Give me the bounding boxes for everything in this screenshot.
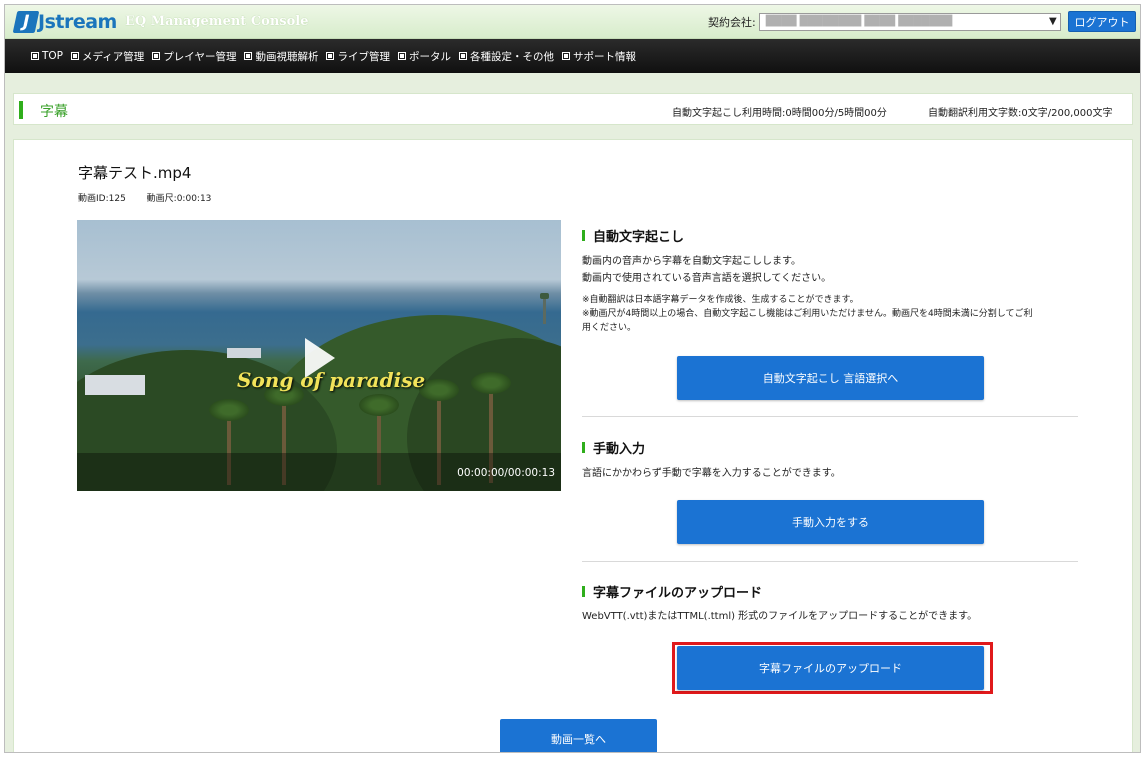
nav-label: ポータル <box>408 50 451 63</box>
checkbox-icon <box>458 52 467 60</box>
contract-select[interactable]: ████ ████████ ████ ███████ ▼ <box>758 13 1061 31</box>
nav-item-support[interactable]: サポート情報 <box>561 49 636 64</box>
transcription-usage: 自動文字起こし利用時間:0時間00分/5時間00分 <box>672 108 887 119</box>
heading-text: 手動入力 <box>593 442 646 457</box>
manual-input-section: 手動入力 <box>582 438 645 457</box>
nav-item-live[interactable]: ライブ管理 <box>326 49 390 64</box>
video-scene <box>85 375 145 395</box>
auto-note-1: ※自動翻訳は日本語字幕データを作成後、生成することができます。 <box>582 295 859 305</box>
checkbox-icon <box>71 52 80 60</box>
file-name: 字幕テスト.mp4 <box>78 164 192 182</box>
content-panel: 字幕テスト.mp4 動画ID:125 動画尺:0:00:13 Song of p… <box>13 139 1133 752</box>
nav-label: ライブ管理 <box>337 50 390 63</box>
manual-input-button[interactable]: 手動入力をする <box>677 500 984 544</box>
heading-accent <box>582 586 585 597</box>
nav-label: メディア管理 <box>82 50 145 63</box>
nav-label: 動画視聴解析 <box>255 50 319 63</box>
checkbox-icon <box>397 52 406 60</box>
title-accent <box>19 101 23 119</box>
contract-label: 契約会社: <box>708 16 756 29</box>
translation-usage: 自動翻訳利用文字数:0文字/200,000文字 <box>928 108 1113 119</box>
heading-text: 自動文字起こし <box>593 230 685 245</box>
divider <box>582 416 1078 417</box>
console-window: J Jstream EQ Management Console 契約会社: ██… <box>4 4 1141 753</box>
auto-transcribe-section: 自動文字起こし <box>582 226 684 245</box>
video-duration: 動画尺:0:00:13 <box>146 194 212 204</box>
checkbox-icon <box>561 52 570 60</box>
nav-label: サポート情報 <box>572 50 636 63</box>
nav-item-settings[interactable]: 各種設定・その他 <box>458 49 554 64</box>
nav-item-media[interactable]: メディア管理 <box>71 49 144 64</box>
jstream-logo[interactable]: J Jstream <box>12 10 117 34</box>
heading-text: 字幕ファイルのアップロード <box>593 586 763 601</box>
video-player[interactable]: Song of paradise 00:00:00/00:00:13 <box>77 220 561 491</box>
logo-text: Jstream <box>38 11 117 33</box>
checkbox-icon <box>31 52 39 60</box>
video-scene <box>540 293 549 324</box>
page-title: 字幕 <box>40 104 68 120</box>
contract-selector: 契約会社: ████ ████████ ████ ███████ ▼ <box>708 13 1061 31</box>
auto-note-3: 用ください。 <box>582 323 637 333</box>
back-to-video-list-button[interactable]: 動画一覧へ <box>500 719 657 752</box>
file-meta: 動画ID:125 動画尺:0:00:13 <box>78 191 229 204</box>
upload-section: 字幕ファイルのアップロード <box>582 582 762 601</box>
nav-item-player[interactable]: プレイヤー管理 <box>152 49 236 64</box>
video-timecode: 00:00:00/00:00:13 <box>457 467 555 479</box>
heading-accent <box>582 230 585 241</box>
video-scene <box>227 348 261 358</box>
video-id: 動画ID:125 <box>78 194 126 204</box>
section-heading: 手動入力 <box>582 438 645 457</box>
contract-value: ████ ████████ ████ ███████ <box>765 16 953 27</box>
logout-button[interactable]: ログアウト <box>1068 11 1136 32</box>
upload-desc: WebVTT(.vtt)またはTTML(.ttml) 形式のファイルをアップロー… <box>582 611 978 622</box>
auto-transcribe-button[interactable]: 自動文字起こし 言語選択へ <box>677 356 984 400</box>
divider <box>582 561 1078 562</box>
console-title: EQ Management Console <box>125 14 309 29</box>
chevron-down-icon: ▼ <box>1049 16 1057 27</box>
heading-accent <box>582 442 585 453</box>
checkbox-icon <box>326 52 335 60</box>
nav-item-analytics[interactable]: 動画視聴解析 <box>244 49 318 64</box>
nav-item-portal[interactable]: ポータル <box>397 49 451 64</box>
auto-note-2: ※動画尺が4時間以上の場合、自動文字起こし機能はご利用いただけません。動画尺を4… <box>582 309 1033 319</box>
page-title-bar: 字幕 自動文字起こし利用時間:0時間00分/5時間00分 自動翻訳利用文字数:0… <box>13 93 1133 125</box>
nav-label: プレイヤー管理 <box>163 50 237 63</box>
checkbox-icon <box>244 52 253 60</box>
section-heading: 自動文字起こし <box>582 226 684 245</box>
manual-desc: 言語にかかわらず手動で字幕を入力することができます。 <box>582 468 841 479</box>
video-overlay-title: Song of paradise <box>237 368 426 392</box>
nav-item-top[interactable]: TOP <box>31 50 63 62</box>
upload-subtitle-button[interactable]: 字幕ファイルのアップロード <box>677 646 984 690</box>
main-nav: TOP メディア管理 プレイヤー管理 動画視聴解析 ライブ管理 ポータル 各種設… <box>5 39 1140 73</box>
checkbox-icon <box>152 52 161 60</box>
auto-desc-2: 動画内で使用されている音声言語を選択してください。 <box>582 273 832 284</box>
logo-mark: J <box>12 11 40 33</box>
nav-label: TOP <box>42 50 64 62</box>
auto-desc-1: 動画内の音声から字幕を自動文字起こしします。 <box>582 256 801 267</box>
header: J Jstream EQ Management Console 契約会社: ██… <box>5 5 1140 39</box>
nav-label: 各種設定・その他 <box>469 50 554 63</box>
section-heading: 字幕ファイルのアップロード <box>582 582 762 601</box>
